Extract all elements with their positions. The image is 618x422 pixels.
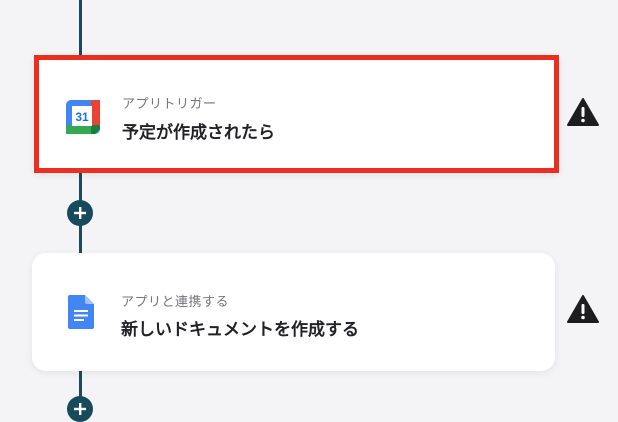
warning-triangle-icon[interactable] bbox=[566, 294, 600, 324]
step-title: 新しいドキュメントを作成する bbox=[121, 320, 359, 340]
google-docs-icon bbox=[68, 295, 94, 329]
svg-text:31: 31 bbox=[75, 110, 89, 124]
google-calendar-icon: 31 bbox=[66, 100, 100, 134]
step-card-trigger[interactable]: 31 アプリトリガー 予定が作成されたら bbox=[34, 55, 559, 173]
plus-icon bbox=[74, 207, 86, 219]
step-label: アプリと連携する bbox=[121, 295, 230, 310]
plus-icon bbox=[74, 403, 86, 415]
step-title: 予定が作成されたら bbox=[122, 123, 275, 143]
step-label: アプリトリガー bbox=[122, 97, 217, 112]
add-step-button[interactable] bbox=[67, 200, 93, 226]
flow-connector-top bbox=[79, 0, 82, 55]
step-card-action[interactable]: アプリと連携する 新しいドキュメントを作成する bbox=[32, 253, 555, 371]
warning-triangle-icon[interactable] bbox=[566, 97, 600, 127]
add-step-button[interactable] bbox=[67, 396, 93, 422]
